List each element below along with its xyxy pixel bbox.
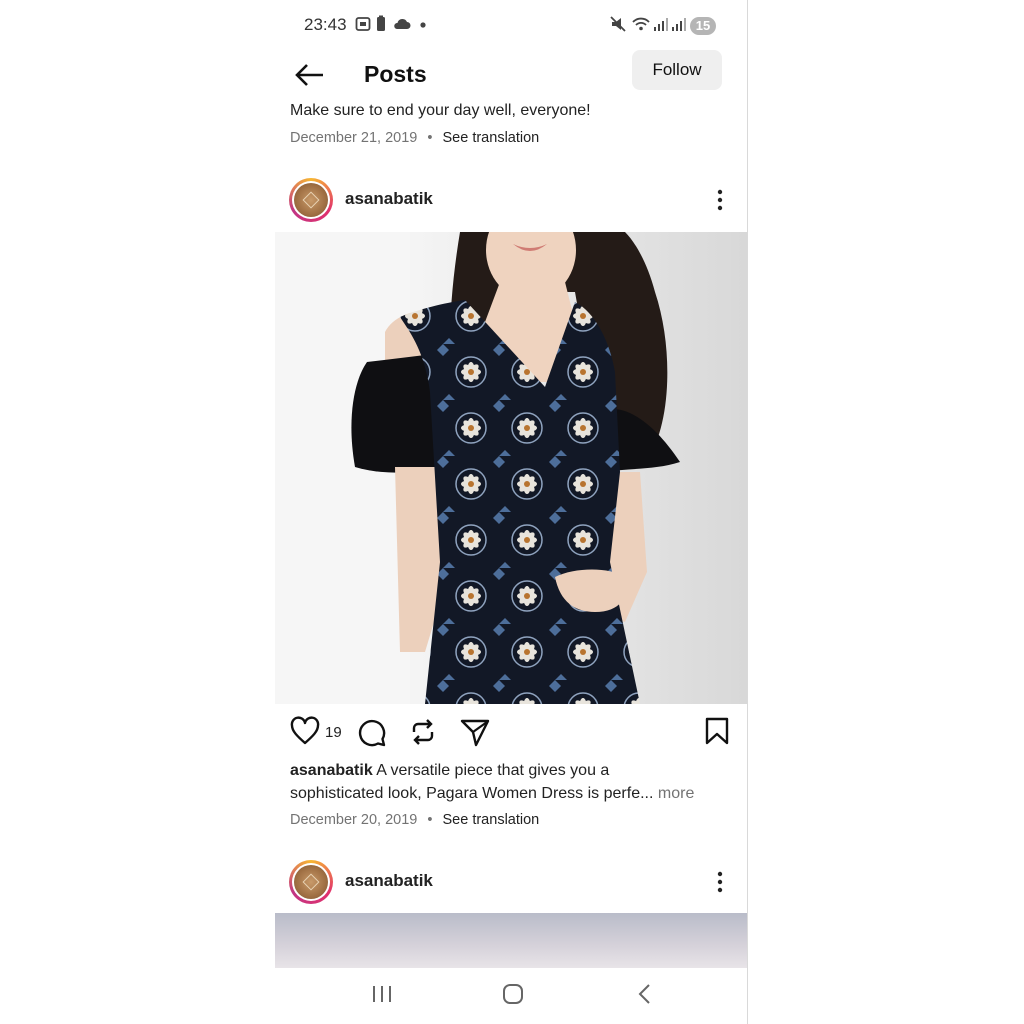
caption-username[interactable]: asanabatik (290, 762, 373, 779)
back-nav-icon[interactable] (635, 982, 655, 1006)
phone-screen: 23:43 15 Posts Follow Make sure to end y… (275, 0, 748, 1024)
battery-badge: 15 (690, 17, 716, 35)
recent-apps-icon[interactable] (369, 982, 395, 1006)
comment-icon[interactable] (356, 716, 388, 748)
follow-button[interactable]: Follow (632, 50, 722, 90)
share-icon[interactable] (459, 716, 491, 748)
post-actions: 19 (275, 712, 747, 752)
post-header: asanabatik (275, 176, 747, 228)
system-nav-bar (275, 968, 747, 1024)
cloud-icon (394, 18, 411, 29)
signal-icon (654, 18, 668, 31)
caption-text: sophisticated look, Pagara Women Dress i… (290, 785, 654, 802)
repost-icon[interactable] (408, 716, 438, 748)
next-post-header: asanabatik (275, 858, 747, 910)
more-link[interactable]: more (658, 785, 694, 802)
more-options-icon[interactable] (711, 868, 729, 896)
status-bar: 23:43 15 (275, 0, 747, 48)
dot-icon (420, 22, 426, 28)
prev-post-caption: Make sure to end your day well, everyone… (290, 102, 591, 119)
wifi-icon (632, 17, 650, 31)
post-username[interactable]: asanabatik (345, 189, 433, 209)
post-caption-line2: sophisticated look, Pagara Women Dress i… (290, 785, 694, 803)
post-username[interactable]: asanabatik (345, 871, 433, 891)
mute-icon (610, 16, 626, 32)
avatar[interactable] (289, 860, 333, 904)
status-time: 23:43 (304, 15, 347, 34)
prev-post-meta: December 21, 2019 • See translation (290, 130, 539, 146)
page-title: Posts (364, 61, 427, 87)
battery-saver-icon (377, 15, 385, 31)
separator-dot: • (427, 812, 433, 828)
post-meta: December 20, 2019 • See translation (290, 812, 539, 828)
post-date: December 21, 2019 (290, 130, 418, 146)
like-count[interactable]: 19 (325, 724, 342, 741)
header: Posts Follow (275, 48, 747, 100)
see-translation-link[interactable]: See translation (443, 812, 540, 828)
back-arrow-icon[interactable] (293, 60, 327, 90)
post-date: December 20, 2019 (290, 812, 418, 828)
bookmark-icon[interactable] (704, 716, 730, 746)
post-caption: asanabatik A versatile piece that gives … (290, 762, 609, 780)
see-translation-link[interactable]: See translation (443, 130, 540, 146)
signal-icon (672, 18, 686, 31)
home-icon[interactable] (501, 982, 525, 1006)
next-post-image[interactable] (275, 913, 747, 968)
product-photo (275, 232, 747, 704)
caption-text: A versatile piece that gives you a (376, 762, 610, 779)
screenshot-icon (355, 17, 371, 31)
more-options-icon[interactable] (711, 186, 729, 214)
post-image[interactable] (275, 232, 747, 704)
heart-icon[interactable] (289, 716, 321, 746)
separator-dot: • (427, 130, 433, 146)
avatar[interactable] (289, 178, 333, 222)
